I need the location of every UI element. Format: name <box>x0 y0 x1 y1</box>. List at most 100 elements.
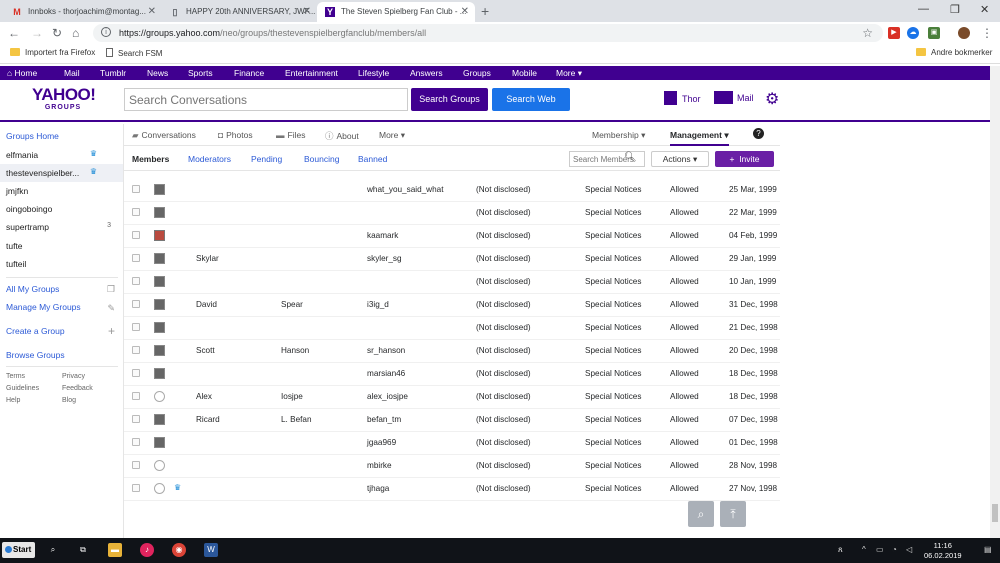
yahoo-id-cell[interactable]: tjhaga <box>367 484 389 493</box>
nav-news[interactable]: News <box>147 68 168 78</box>
back-icon[interactable]: ← <box>8 26 20 40</box>
row-checkbox[interactable] <box>132 323 140 331</box>
battery-icon[interactable]: ▭ <box>876 545 884 554</box>
subtab-members[interactable]: Members <box>132 154 169 164</box>
nav-entertainment[interactable]: Entertainment <box>285 68 338 78</box>
row-checkbox[interactable] <box>132 461 140 469</box>
membership-menu[interactable]: Membership ▾ <box>592 130 645 141</box>
table-row[interactable]: (Not disclosed) Special Notices Allowed 21 … <box>124 317 780 340</box>
chevron-up-icon[interactable]: ^ <box>862 545 866 554</box>
table-row[interactable]: marsian46 (Not disclosed) Special Notices A… <box>124 363 780 386</box>
yahoo-groups-logo[interactable]: YAHOO! GROUPS <box>32 86 96 112</box>
avatar[interactable] <box>154 391 165 402</box>
footer-blog-link[interactable]: Blog <box>62 397 76 404</box>
bookmark-search-fsm[interactable]: Search FSM <box>106 48 162 58</box>
subtab-banned[interactable]: Banned <box>358 154 387 164</box>
sidebar-group-tufte[interactable]: tufte <box>0 237 123 255</box>
scrollbar-thumb[interactable] <box>992 504 998 522</box>
page-scrollbar[interactable] <box>990 66 1000 538</box>
row-checkbox[interactable] <box>132 277 140 285</box>
table-row[interactable]: what_you_said_what (Not disclosed) Special… <box>124 179 780 202</box>
search-icon[interactable]: ⌕ <box>46 543 60 557</box>
address-bar[interactable]: i https://groups.yahoo.com/neo/groups/th… <box>93 24 883 42</box>
close-tab-icon[interactable]: ✕ <box>303 6 311 17</box>
yahoo-id-cell[interactable]: sr_hanson <box>367 346 405 355</box>
bookmark-folder-firefox[interactable]: Importert fra Firefox <box>10 48 95 57</box>
close-window-icon[interactable]: ✕ <box>980 3 989 16</box>
chrome-icon[interactable]: ◉ <box>172 543 186 557</box>
yahoo-id-cell[interactable]: i3ig_d <box>367 300 389 309</box>
nav-mail[interactable]: Mail <box>64 68 80 78</box>
yahoo-id-cell[interactable]: mbirke <box>367 461 392 470</box>
nav-groups[interactable]: Groups <box>463 68 491 78</box>
row-checkbox[interactable] <box>132 231 140 239</box>
tab-spielberg-fan-club[interactable]: Y The Steven Spielberg Fan Club - ... ✕ <box>317 2 475 22</box>
groups-home-link[interactable]: Groups Home <box>6 131 59 141</box>
nav-mobile[interactable]: Mobile <box>512 68 537 78</box>
row-checkbox[interactable] <box>132 438 140 446</box>
bookmark-folder-other[interactable]: Andre bokmerker <box>916 48 992 57</box>
sidebar-group-supertramp[interactable]: supertramp 3 <box>0 218 123 236</box>
tab-gmail[interactable]: M Innboks - thorjoachim@montag... ✕ <box>4 2 162 22</box>
taskbar-clock[interactable]: 11:16 06.02.2019 <box>924 541 962 561</box>
search-fab-icon[interactable]: ⌕ <box>688 501 714 527</box>
maximize-icon[interactable]: ❐ <box>950 3 960 16</box>
management-menu[interactable]: Management ▾ <box>670 130 729 146</box>
sidebar-group-thestevenspielberg[interactable]: thestevenspielber... ♛ <box>0 164 123 182</box>
profile-avatar[interactable] <box>958 27 970 39</box>
url-text[interactable]: https://groups.yahoo.com/neo/groups/thes… <box>119 28 426 38</box>
all-my-groups-link[interactable]: All My Groups <box>6 284 59 294</box>
yahoo-id-cell[interactable]: skyler_sg <box>367 254 402 263</box>
avatar[interactable] <box>154 322 165 333</box>
nav-finance[interactable]: Finance <box>234 68 264 78</box>
forward-icon[interactable]: → <box>31 26 43 40</box>
sidebar-group-oingoboingo[interactable]: oingoboingo <box>0 200 123 218</box>
yahoo-id-cell[interactable]: marsian46 <box>367 369 405 378</box>
notifications-icon[interactable]: ▤ <box>984 545 992 554</box>
tab-photos[interactable]: ◘ Photos <box>218 130 253 140</box>
nav-answers[interactable]: Answers <box>410 68 443 78</box>
table-row[interactable]: mbirke (Not disclosed) Special Notices Allo… <box>124 455 780 478</box>
reload-icon[interactable]: ↻ <box>52 26 62 40</box>
avatar[interactable] <box>154 299 165 310</box>
avatar[interactable] <box>154 437 165 448</box>
table-row[interactable]: jgaa969 (Not disclosed) Special Notices All… <box>124 432 780 455</box>
yahoo-id-cell[interactable]: befan_tm <box>367 415 401 424</box>
footer-privacy-link[interactable]: Privacy <box>62 373 85 380</box>
itunes-icon[interactable]: ♪ <box>140 543 154 557</box>
menu-kebab-icon[interactable]: ⋮ <box>981 26 993 40</box>
people-icon[interactable]: ጸ <box>838 545 843 555</box>
subtab-pending[interactable]: Pending <box>251 154 282 164</box>
site-info-icon[interactable]: i <box>101 27 111 37</box>
nav-more[interactable]: More ▾ <box>556 68 582 79</box>
footer-terms-link[interactable]: Terms <box>6 373 25 380</box>
task-view-icon[interactable]: ⧉ <box>76 543 90 557</box>
sidebar-group-jmjfkn[interactable]: jmjfkn <box>0 182 123 200</box>
tab-more[interactable]: More ▾ <box>379 130 405 141</box>
browse-groups-link[interactable]: Browse Groups <box>6 350 65 360</box>
table-row[interactable]: Skylar skyler_sg (Not disclosed) Special No… <box>124 248 780 271</box>
row-checkbox[interactable] <box>132 415 140 423</box>
nav-home[interactable]: ⌂ Home <box>7 68 37 78</box>
extension-badge-icon[interactable]: ▣ <box>928 27 940 39</box>
tab-anniversary[interactable]: ▯ HAPPY 20th ANNIVERSARY, JWF... ✕ <box>162 2 317 22</box>
avatar[interactable] <box>154 483 165 494</box>
footer-feedback-link[interactable]: Feedback <box>62 385 93 392</box>
table-row[interactable]: (Not disclosed) Special Notices Allowed 10 … <box>124 271 780 294</box>
avatar[interactable] <box>154 230 165 241</box>
extension-cloud-icon[interactable]: ☁ <box>907 27 919 39</box>
file-explorer-icon[interactable]: ▬ <box>108 543 122 557</box>
row-checkbox[interactable] <box>132 369 140 377</box>
row-checkbox[interactable] <box>132 484 140 492</box>
avatar[interactable] <box>154 460 165 471</box>
avatar[interactable] <box>154 253 165 264</box>
tab-about[interactable]: ⓘ About <box>325 130 359 142</box>
start-button[interactable]: Start <box>2 542 35 558</box>
footer-guidelines-link[interactable]: Guidelines <box>6 385 39 392</box>
subtab-bouncing[interactable]: Bouncing <box>304 154 339 164</box>
row-checkbox[interactable] <box>132 392 140 400</box>
avatar[interactable] <box>154 345 165 356</box>
bookmark-star-icon[interactable]: ☆ <box>862 26 873 40</box>
search-web-button[interactable]: Search Web <box>492 88 570 111</box>
nav-sports[interactable]: Sports <box>188 68 213 78</box>
